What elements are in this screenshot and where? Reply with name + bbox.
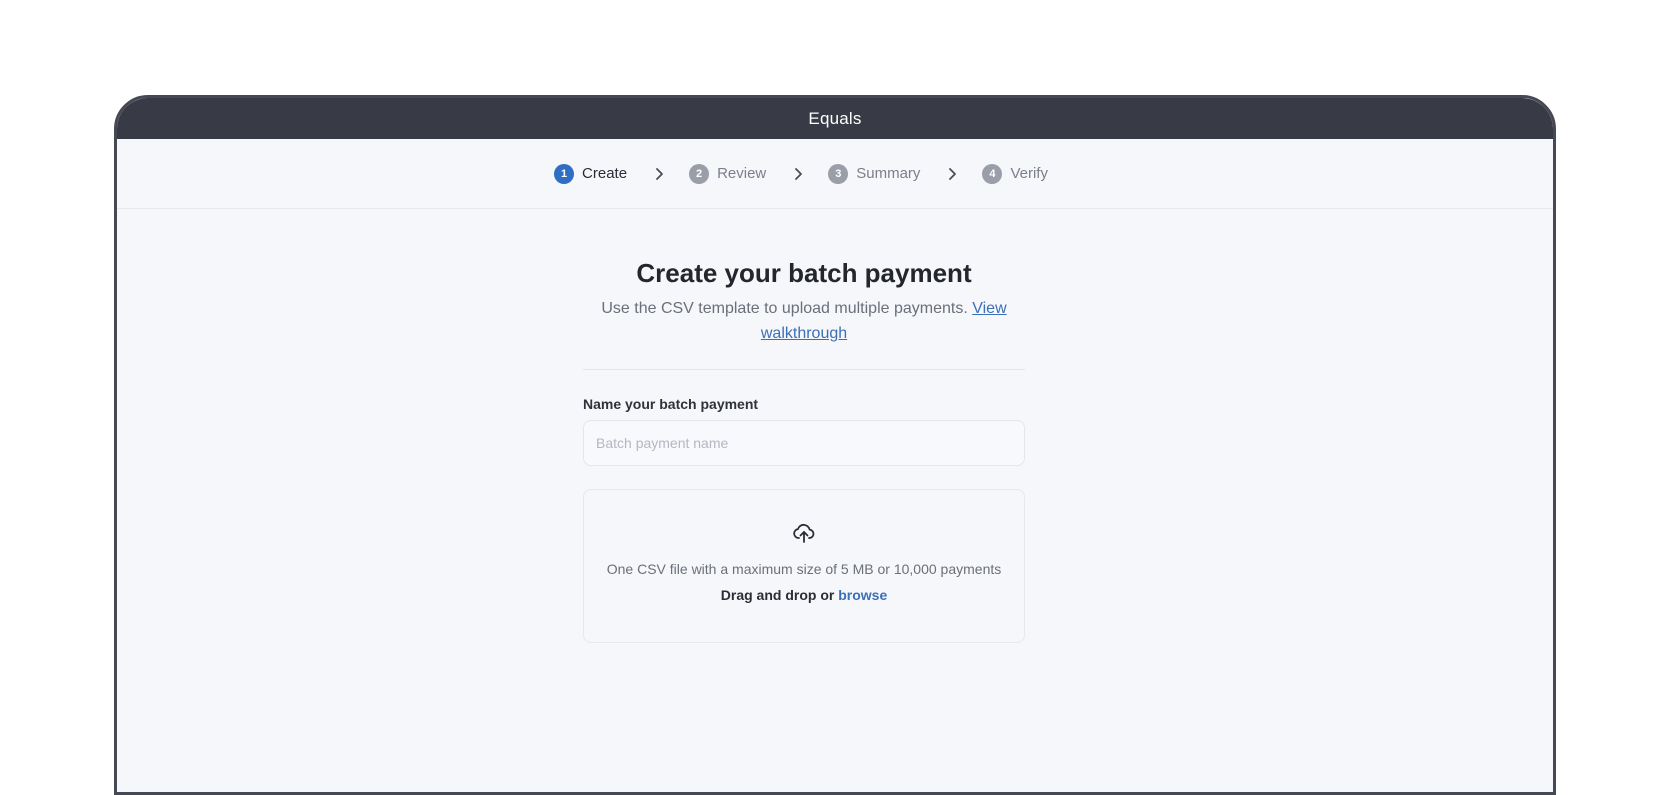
window-title: Equals <box>808 108 862 128</box>
batch-name-label: Name your batch payment <box>583 396 759 412</box>
step-create[interactable]: 1 Create <box>554 163 628 184</box>
subtitle-text: Use the CSV template to upload multiple … <box>601 300 968 317</box>
page-subtitle: Use the CSV template to upload multiple … <box>569 296 1039 346</box>
stepper-bar: 1 Create 2 Review 3 Summary 4 Verify <box>117 139 1553 209</box>
step-number: 1 <box>554 163 575 184</box>
csv-dropzone[interactable]: One CSV file with a maximum size of 5 MB… <box>583 489 1025 643</box>
upload-action: Drag and drop or browse <box>721 587 887 603</box>
stepper: 1 Create 2 Review 3 Summary 4 Verify <box>554 163 1048 184</box>
step-label: Verify <box>1010 165 1048 182</box>
divider <box>583 369 1025 370</box>
upload-limit-text: One CSV file with a maximum size of 5 MB… <box>606 561 1002 577</box>
step-verify[interactable]: 4 Verify <box>982 163 1048 184</box>
step-summary[interactable]: 3 Summary <box>828 163 921 184</box>
step-label: Create <box>582 165 628 182</box>
step-number: 4 <box>982 163 1003 184</box>
create-batch-form: Create your batch payment Use the CSV te… <box>583 209 1025 643</box>
drag-drop-text: Drag and drop or <box>720 587 835 603</box>
app-window: Equals 1 Create 2 Review 3 Summary 4 Ver… <box>114 95 1556 795</box>
step-number: 2 <box>689 163 710 184</box>
step-label: Summary <box>856 165 921 182</box>
step-number: 3 <box>828 163 849 184</box>
window-titlebar: Equals <box>117 98 1553 139</box>
chevron-right-icon <box>651 166 667 182</box>
step-review[interactable]: 2 Review <box>689 163 767 184</box>
step-label: Review <box>717 165 767 182</box>
cloud-upload-icon <box>792 521 816 545</box>
chevron-right-icon <box>944 166 960 182</box>
page-title: Create your batch payment <box>636 258 972 288</box>
browse-link[interactable]: browse <box>838 587 887 603</box>
batch-name-input[interactable] <box>583 420 1025 466</box>
chevron-right-icon <box>790 166 806 182</box>
